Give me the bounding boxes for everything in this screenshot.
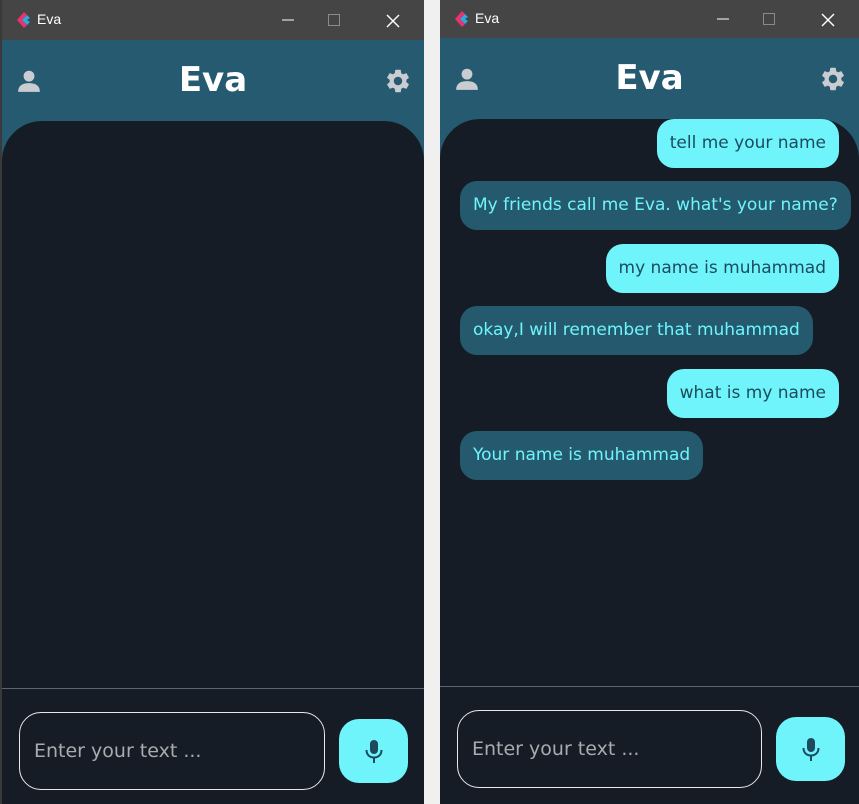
composer-bar (440, 686, 859, 804)
chat-message-list[interactable] (2, 121, 424, 689)
window-title: Eva (37, 11, 62, 27)
mic-button[interactable] (776, 717, 845, 781)
minimize-button[interactable] (268, 6, 308, 34)
window-title: Eva (475, 10, 500, 26)
bot-message: okay,I will remember that muhammad (460, 306, 813, 355)
gear-icon[interactable] (819, 65, 847, 93)
app-window-empty: Eva Eva (2, 0, 424, 804)
maximize-icon (328, 14, 340, 26)
minimize-icon (282, 19, 294, 21)
page-title: Eva (178, 60, 248, 100)
bot-message: My friends call me Eva. what's your name… (460, 181, 851, 230)
message-input[interactable] (457, 710, 762, 788)
window-gap-middle (424, 0, 440, 804)
window-titlebar[interactable]: Eva (2, 0, 424, 40)
app-window-conversation: Eva Eva tell me your name My friends cal… (440, 0, 859, 804)
user-message: tell me your name (656, 119, 839, 168)
close-icon (821, 13, 835, 27)
minimize-button[interactable] (703, 5, 743, 33)
window-titlebar[interactable]: Eva (440, 0, 859, 38)
close-icon (386, 14, 400, 28)
composer-bar (2, 688, 424, 804)
close-button[interactable] (807, 5, 847, 33)
page-title: Eva (615, 58, 684, 98)
maximize-button[interactable] (314, 6, 354, 34)
bot-message: Your name is muhammad (460, 431, 704, 480)
flutter-logo-icon (17, 12, 30, 28)
close-button[interactable] (372, 6, 412, 34)
flutter-logo-icon (455, 11, 468, 27)
maximize-button[interactable] (749, 5, 789, 33)
gear-icon[interactable] (384, 67, 412, 95)
microphone-icon (365, 740, 383, 763)
mic-button[interactable] (339, 719, 408, 783)
user-message: what is my name (666, 369, 839, 418)
minimize-icon (717, 18, 729, 20)
user-message: my name is muhammad (605, 244, 839, 293)
chat-message-list[interactable]: tell me your name My friends call me Eva… (440, 119, 859, 687)
microphone-icon (802, 738, 820, 761)
message-input[interactable] (19, 712, 325, 790)
maximize-icon (763, 13, 775, 25)
